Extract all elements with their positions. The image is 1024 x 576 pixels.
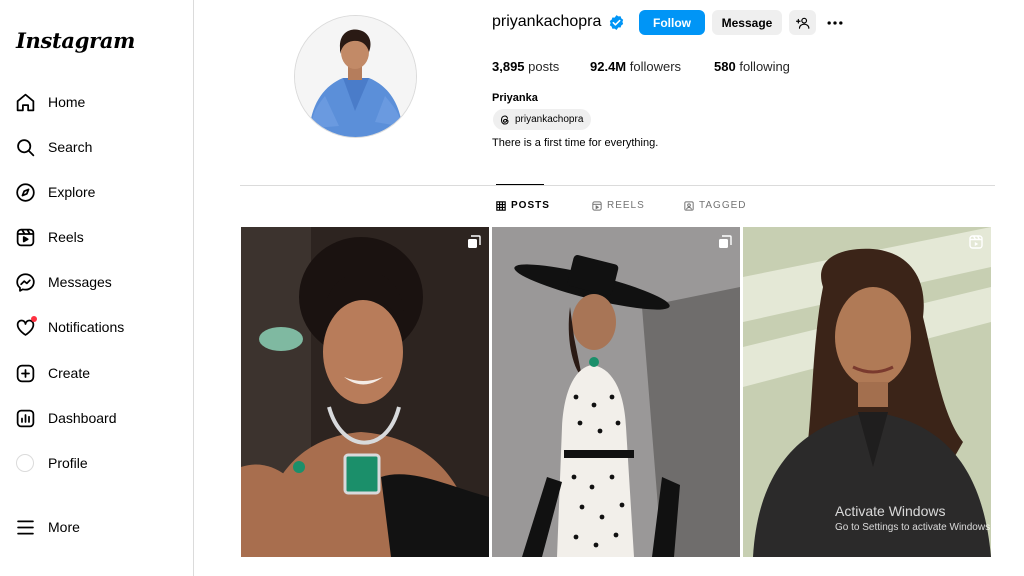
reel-icon [969,235,983,249]
suggested-accounts-button[interactable] [789,10,816,35]
plus-square-icon [14,362,36,384]
hamburger-icon [14,516,36,538]
sidebar-item-reels[interactable]: Reels [14,222,84,252]
post-thumbnail[interactable] [241,227,489,557]
sidebar-item-profile[interactable]: Profile [14,448,88,478]
sidebar-item-explore[interactable]: Explore [14,177,95,207]
sidebar-item-messages[interactable]: Messages [14,267,112,297]
posts-count: 3,895 posts [492,59,560,74]
followers-count[interactable]: 92.4M followers [590,59,681,74]
sidebar-item-dashboard[interactable]: Dashboard [14,403,117,433]
reels-icon [592,200,602,211]
profile-username: priyankachopra [492,13,602,30]
bar-chart-icon [14,407,36,429]
sidebar-item-label: Notifications [48,319,125,335]
add-user-icon [795,17,809,29]
sidebar-item-label: Explore [48,184,96,200]
search-icon [14,136,36,158]
sidebar-item-label: Profile [48,455,88,471]
following-count[interactable]: 580 following [714,59,790,74]
sidebar-item-label: Home [48,94,86,110]
profile-full-name: Priyanka [492,92,538,104]
notification-dot [31,316,37,322]
home-icon [14,91,36,113]
verified-badge-icon [609,15,624,30]
messenger-icon [14,271,36,293]
avatar-icon [14,452,36,474]
sidebar-item-label: Messages [48,274,112,290]
threads-link[interactable]: priyankachopra [493,109,592,130]
tab-reels[interactable]: REELS [592,200,645,211]
carousel-icon [719,235,732,248]
sidebar-item-create[interactable]: Create [14,358,90,388]
more-horizontal-icon [827,20,843,25]
tab-posts[interactable]: POSTS [496,200,550,211]
instagram-logo[interactable]: Instagram [16,28,135,53]
sidebar-item-home[interactable]: Home [14,87,85,117]
post-thumbnail[interactable] [492,227,740,557]
threads-icon [500,114,509,125]
carousel-icon [468,235,481,248]
sidebar-item-label: Reels [48,229,84,245]
compass-icon [14,181,36,203]
message-button[interactable]: Message [712,10,782,35]
sidebar-item-search[interactable]: Search [14,132,92,162]
heart-icon [14,316,37,338]
grid-icon [496,200,506,211]
profile-avatar[interactable] [294,15,417,138]
sidebar-item-more[interactable]: More [14,512,80,542]
reels-icon [14,226,36,248]
tabs-divider [240,185,995,186]
sidebar-item-label: More [48,519,80,535]
follow-button[interactable]: Follow [639,10,705,35]
profile-bio: There is a first time for everything. [492,137,659,149]
sidebar-item-label: Dashboard [48,410,117,426]
sidebar: Instagram Home Search Explore Reels Mess… [0,0,194,576]
sidebar-item-notifications[interactable]: Notifications [14,312,124,342]
options-button[interactable] [822,10,848,35]
sidebar-item-label: Search [48,139,93,155]
active-tab-indicator [496,184,544,185]
sidebar-item-label: Create [48,365,91,381]
tag-user-icon [684,200,694,211]
tab-tagged[interactable]: TAGGED [684,200,746,211]
windows-activation-watermark: Activate Windows Go to Settings to activ… [835,503,993,533]
